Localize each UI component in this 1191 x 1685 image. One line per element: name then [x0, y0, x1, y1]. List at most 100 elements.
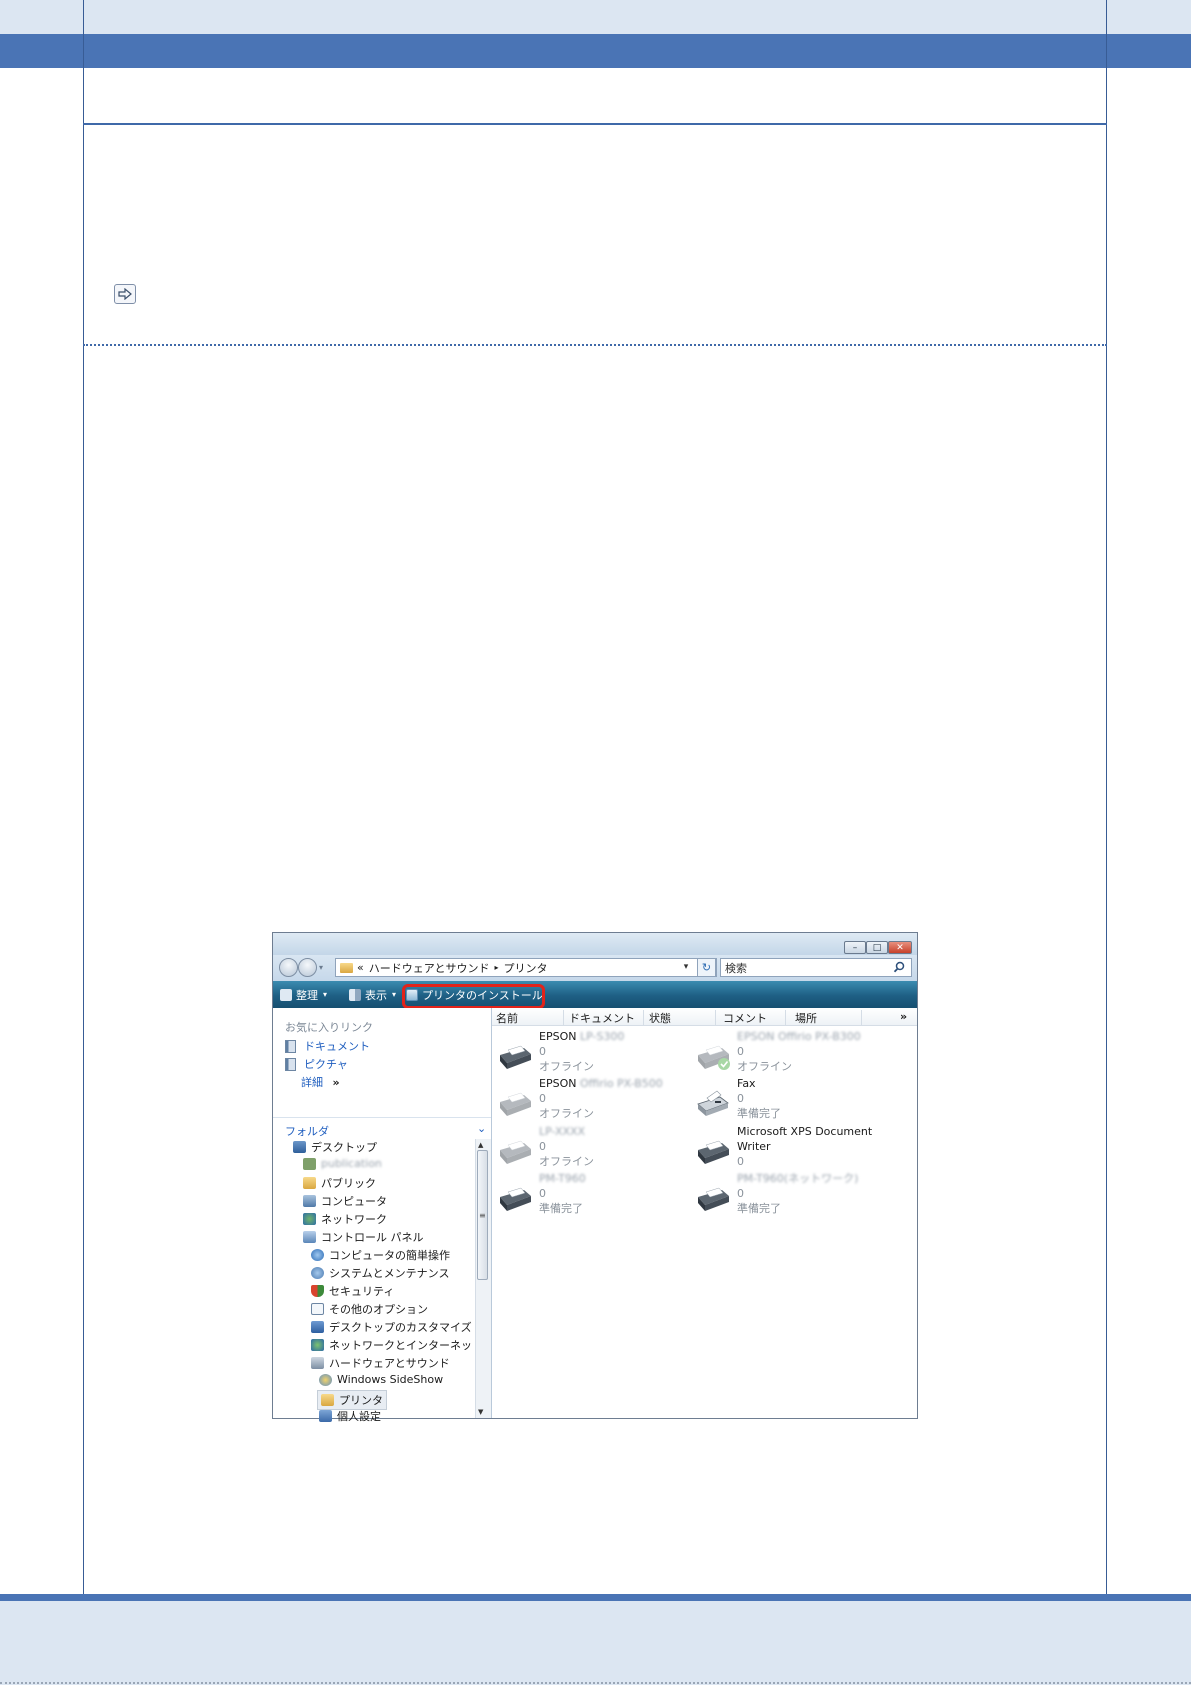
shield-icon: [311, 1285, 324, 1297]
refresh-button[interactable]: ↻: [697, 958, 716, 977]
address-dropdown-icon[interactable]: ▾: [679, 958, 693, 975]
tree-item-printers[interactable]: プリンタ: [317, 1390, 387, 1410]
navigation-pane: お気に入りリンク ドキュメント ピクチャ 詳細 » フォルダ ⌄ デスクトップ …: [273, 1008, 492, 1423]
tree-label: コンピュータの簡単操作: [329, 1249, 450, 1262]
back-button[interactable]: [279, 958, 298, 977]
tree-item-hardware-sound[interactable]: ハードウェアとサウンド: [311, 1355, 450, 1371]
address-crumb-hardware[interactable]: ハードウェアとサウンド: [369, 960, 490, 976]
tree-item-security[interactable]: セキュリティ: [311, 1283, 394, 1299]
scroll-up-icon[interactable]: ▲: [478, 1141, 483, 1149]
column-separator: [563, 1010, 564, 1025]
address-arrow-icon: ▸: [494, 963, 499, 972]
printer-status: 準備完了: [737, 1202, 781, 1215]
maximize-button[interactable]: □: [866, 941, 888, 954]
printer-item-pm-t960[interactable]: PM-T960 0 準備完了: [497, 1171, 586, 1216]
tree-item-personalize-desktop[interactable]: デスクトップのカスタマイズ: [311, 1319, 472, 1335]
printer-item-fax[interactable]: Fax 0 準備完了: [695, 1076, 781, 1121]
tree-item-other-options[interactable]: その他のオプション: [311, 1301, 428, 1317]
address-bar[interactable]: « ハードウェアとサウンド ▸ プリンタ: [335, 958, 717, 977]
printer-item-lp-s300[interactable]: EPSON LP-S300 0 オフライン: [497, 1029, 624, 1074]
tree-item-ease-of-access[interactable]: コンピュータの簡単操作: [311, 1247, 450, 1263]
folders-title[interactable]: フォルダ: [285, 1123, 329, 1139]
more-chevron-icon: »: [332, 1076, 340, 1089]
column-header-row: [492, 1008, 917, 1026]
printers-window: – □ ✕ ▾ « ハードウェアとサウンド ▸ プリンタ ▾ ↻ 検索 整理 ▾: [272, 932, 918, 1423]
personalize-icon: [319, 1410, 332, 1422]
network-printer-icon: [698, 1187, 729, 1211]
scroll-down-icon[interactable]: ▼: [478, 1408, 483, 1416]
footer-bar: [0, 1594, 1191, 1601]
column-status[interactable]: 状態: [649, 1010, 671, 1026]
printer-name: Fax: [737, 1077, 756, 1090]
printer-default-icon: [698, 1045, 730, 1070]
tree-item-public[interactable]: パブリック: [303, 1175, 376, 1191]
favorites-title: お気に入りリンク: [285, 1021, 373, 1034]
tree-item-sideshow[interactable]: Windows SideShow: [319, 1373, 443, 1386]
title-bar: [273, 933, 917, 955]
folders-divider: [273, 1117, 491, 1118]
tree-item-desktop[interactable]: デスクトップ: [293, 1139, 377, 1155]
address-row: ▾ « ハードウェアとサウンド ▸ プリンタ ▾ ↻ 検索: [273, 955, 917, 981]
tree-item-network-internet[interactable]: ネットワークとインターネット: [311, 1337, 483, 1353]
folder-icon: [340, 962, 353, 973]
column-documents[interactable]: ドキュメント: [569, 1010, 635, 1026]
close-button[interactable]: ✕: [888, 941, 912, 954]
tree-item-computer[interactable]: コンピュータ: [303, 1193, 387, 1209]
address-separator: «: [357, 961, 364, 974]
minimize-button[interactable]: –: [844, 941, 866, 954]
folders-collapse-icon[interactable]: ⌄: [477, 1122, 486, 1135]
forward-button[interactable]: [298, 958, 317, 977]
search-input[interactable]: 検索: [720, 958, 912, 977]
tree-label: コンピュータ: [321, 1195, 387, 1208]
address-crumb-printers[interactable]: プリンタ: [504, 960, 548, 976]
fax-icon: [697, 1090, 729, 1116]
column-location[interactable]: 場所: [795, 1010, 817, 1026]
printer-status: オフライン: [737, 1060, 792, 1073]
column-name[interactable]: 名前: [496, 1010, 518, 1026]
column-comment[interactable]: コメント: [723, 1010, 767, 1026]
view-dropdown-icon: ▾: [392, 990, 397, 999]
history-dropdown-icon[interactable]: ▾: [319, 963, 323, 972]
reference-arrow-icon[interactable]: [114, 284, 136, 304]
printer-name-line2: Writer: [737, 1140, 771, 1153]
printer-doc-count: 0: [737, 1187, 744, 1200]
printer-icon: [500, 1092, 531, 1116]
printer-item-px-b300[interactable]: EPSON Offirio PX-B300 0 オフライン: [695, 1029, 861, 1074]
tree-label: プリンタ: [339, 1394, 383, 1407]
network-icon: [303, 1213, 316, 1225]
printer-item-px-b500[interactable]: EPSON Offirio PX-B500 0 オフライン: [497, 1076, 663, 1121]
organize-button[interactable]: 整理 ▾: [280, 981, 327, 1008]
tree-label: Windows SideShow: [337, 1373, 444, 1386]
view-icon: [349, 988, 361, 1001]
documents-icon: [285, 1039, 296, 1053]
printer-folder-icon: [321, 1394, 334, 1406]
tree-item-user[interactable]: publication: [303, 1157, 382, 1170]
printer-name: EPSON: [539, 1077, 577, 1090]
printer-item-pm-t960-network[interactable]: PM-T960(ネットワーク) 0 準備完了: [695, 1171, 858, 1216]
view-button[interactable]: 表示 ▾: [349, 981, 396, 1008]
favorites-more-link[interactable]: 詳細 »: [301, 1074, 340, 1090]
tree-item-personalization[interactable]: 個人設定: [319, 1408, 381, 1424]
printer-doc-count: 0: [737, 1045, 744, 1058]
footer-band: [0, 1601, 1191, 1685]
favorite-link-pictures[interactable]: ピクチャ: [285, 1056, 348, 1072]
section-divider: [83, 123, 1107, 125]
tree-label: 個人設定: [337, 1410, 381, 1423]
public-folder-icon: [303, 1177, 316, 1189]
tree-item-control-panel[interactable]: コントロール パネル: [303, 1229, 424, 1245]
search-icon[interactable]: [893, 961, 905, 973]
tree-label: セキュリティ: [329, 1285, 395, 1298]
favorite-label: ドキュメント: [304, 1040, 370, 1053]
printer-name: Microsoft XPS Document: [737, 1125, 873, 1138]
printer-item-xps-writer[interactable]: Microsoft XPS Document Writer 0: [695, 1124, 872, 1169]
printer-icon: [500, 1187, 531, 1211]
view-label: 表示: [365, 988, 387, 1002]
tree-item-network[interactable]: ネットワーク: [303, 1211, 387, 1227]
command-bar: 整理 ▾ 表示 ▾ プリンタのインストール ?: [273, 981, 917, 1050]
more-columns-icon[interactable]: »: [900, 1010, 907, 1023]
tree-label: publication: [321, 1157, 382, 1170]
tree-label: システムとメンテナンス: [329, 1267, 450, 1280]
tree-item-system-maintenance[interactable]: システムとメンテナンス: [311, 1265, 449, 1281]
printer-item-lp-xxxx[interactable]: LP-XXXX 0 オフライン: [497, 1124, 594, 1169]
favorite-link-documents[interactable]: ドキュメント: [285, 1038, 370, 1054]
